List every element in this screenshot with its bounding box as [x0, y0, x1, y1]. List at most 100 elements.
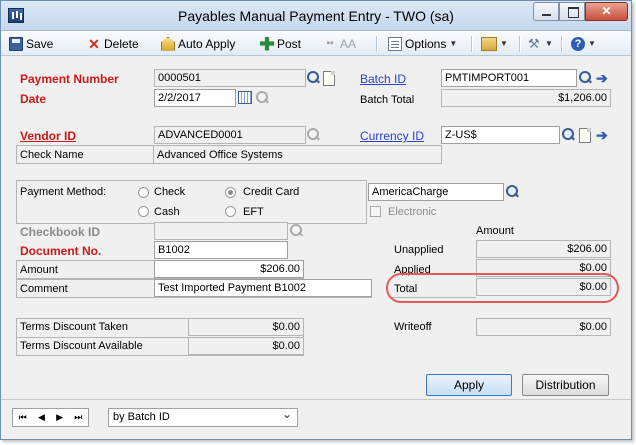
currency-id-link[interactable]: Currency ID — [360, 129, 424, 143]
payment-method-label: Payment Method: — [20, 186, 107, 198]
amount-column-header: Amount — [476, 225, 514, 237]
amount-field[interactable]: $206.00 — [154, 260, 304, 278]
cash-radio-label: Cash — [154, 206, 180, 218]
check-radio[interactable] — [138, 187, 149, 198]
terms-discount-available-value: $0.00 — [188, 337, 304, 355]
first-record-icon[interactable]: ⏮ — [19, 412, 27, 423]
chevron-down-icon: ▼ — [449, 39, 458, 48]
previous-record-icon[interactable]: ◀ — [38, 412, 45, 423]
amount-label: Amount — [20, 264, 58, 276]
maximize-button[interactable] — [559, 2, 585, 21]
save-label: Save — [26, 36, 54, 51]
batch-id-lookup-icon[interactable] — [577, 69, 594, 87]
apply-button[interactable]: Apply — [426, 374, 512, 396]
electronic-label: Electronic — [388, 206, 437, 218]
payment-number-field[interactable]: 0000501 — [154, 69, 306, 87]
vendor-id-lookup-icon[interactable] — [305, 126, 322, 144]
payables-manual-payment-window: Payables Manual Payment Entry - TWO (sa)… — [0, 0, 632, 440]
aa-icon: ▪▪ — [326, 37, 334, 49]
auto-apply-label: Auto Apply — [178, 36, 236, 51]
vendor-id-field[interactable]: ADVANCED0001 — [154, 126, 306, 144]
card-name-lookup-icon[interactable] — [504, 183, 521, 201]
chevron-down-icon: ▼ — [500, 39, 508, 48]
currency-id-lookup-icon[interactable] — [560, 126, 577, 144]
terms-discount-taken-value: $0.00 — [188, 318, 304, 336]
sort-order-dropdown[interactable]: by Batch ID — [108, 407, 298, 427]
check-name-label: Check Name — [20, 149, 84, 161]
writeoff-value: $0.00 — [476, 318, 611, 336]
next-record-icon[interactable]: ▶ — [56, 412, 63, 423]
date-field[interactable]: 2/2/2017 — [154, 89, 236, 107]
cash-radio[interactable] — [138, 206, 149, 217]
batch-total-value: $1,206.00 — [441, 89, 611, 107]
electronic-checkbox[interactable] — [370, 206, 381, 217]
new-document-icon[interactable] — [323, 71, 335, 86]
save-icon — [9, 36, 23, 51]
post-icon — [260, 36, 274, 51]
auto-apply-button[interactable]: Auto Apply — [161, 34, 235, 53]
save-button[interactable]: Save — [9, 34, 53, 53]
arrow-right-icon[interactable]: ➔ — [596, 71, 610, 85]
notes-menu-button[interactable]: ▼ — [481, 34, 508, 53]
unapplied-value: $206.00 — [476, 240, 611, 258]
help-icon: ? — [571, 36, 585, 51]
auto-apply-icon — [161, 36, 175, 51]
comment-label: Comment — [20, 283, 68, 295]
chevron-down-icon: ▼ — [588, 39, 596, 48]
checkbook-id-lookup-icon[interactable] — [288, 222, 305, 240]
options-menu-button[interactable]: Options ▼ — [388, 34, 457, 53]
options-icon — [388, 36, 402, 51]
vendor-id-link[interactable]: Vendor ID — [20, 129, 76, 143]
arrow-right-icon[interactable]: ➔ — [596, 128, 610, 142]
aa-label: AA — [340, 36, 357, 51]
terms-discount-taken-label: Terms Discount Taken — [20, 321, 129, 333]
batch-total-label: Batch Total — [360, 94, 415, 106]
tools-icon: ⚒ — [528, 35, 540, 51]
post-button[interactable]: Post — [260, 34, 301, 53]
title-bar: Payables Manual Payment Entry - TWO (sa) — [1, 1, 631, 31]
payment-number-lookup-icon[interactable] — [305, 69, 322, 87]
credit-card-radio[interactable] — [225, 187, 236, 198]
options-label: Options — [405, 36, 447, 51]
batch-id-field[interactable]: PMTIMPORT001 — [441, 69, 577, 87]
batch-id-link[interactable]: Batch ID — [360, 72, 406, 86]
payment-number-label: Payment Number — [20, 72, 119, 86]
aa-button[interactable]: ▪▪ AA — [323, 34, 356, 53]
delete-button[interactable]: ✕ Delete — [87, 34, 139, 53]
eft-radio[interactable] — [225, 206, 236, 217]
delete-label: Delete — [104, 36, 139, 51]
toolbar-separator — [376, 36, 377, 52]
terms-discount-available-label: Terms Discount Available — [20, 340, 143, 352]
help-menu-button[interactable]: ? ▼ — [571, 34, 596, 53]
minimize-button[interactable] — [533, 2, 559, 21]
check-name-value[interactable]: Advanced Office Systems — [157, 149, 283, 161]
card-name-field[interactable]: AmericaCharge — [368, 183, 504, 201]
checkbook-id-field[interactable] — [154, 222, 288, 240]
last-record-icon[interactable]: ⏭ — [74, 412, 82, 423]
document-no-label: Document No. — [20, 244, 102, 258]
folder-icon — [481, 36, 497, 51]
credit-card-radio-label: Credit Card — [243, 186, 300, 198]
tools-menu-button[interactable]: ⚒ ▼ — [528, 34, 553, 53]
total-highlight-callout — [386, 273, 619, 303]
toolbar: Save ✕ Delete Auto Apply Post ▪▪ AA Opti… — [1, 31, 631, 56]
chevron-down-icon: ▼ — [545, 39, 553, 48]
checkbook-id-label: Checkbook ID — [20, 225, 101, 239]
delete-icon: ✕ — [88, 35, 100, 52]
currency-id-field[interactable]: Z-US$ — [441, 126, 560, 144]
navigation-bar — [1, 399, 631, 439]
date-label: Date — [20, 92, 47, 106]
currency-detail-icon[interactable] — [579, 128, 591, 143]
divider — [153, 145, 154, 164]
unapplied-label: Unapplied — [394, 244, 444, 256]
distribution-button[interactable]: Distribution — [522, 374, 609, 396]
calendar-icon[interactable] — [238, 91, 252, 104]
close-button[interactable] — [585, 2, 628, 21]
comment-field[interactable]: Test Imported Payment B1002 — [154, 279, 372, 297]
date-expansion-icon[interactable] — [254, 89, 271, 107]
document-no-field[interactable]: B1002 — [154, 241, 288, 259]
writeoff-label: Writeoff — [394, 321, 432, 333]
toolbar-separator — [519, 36, 520, 52]
post-label: Post — [277, 36, 302, 51]
toolbar-separator — [561, 36, 562, 52]
